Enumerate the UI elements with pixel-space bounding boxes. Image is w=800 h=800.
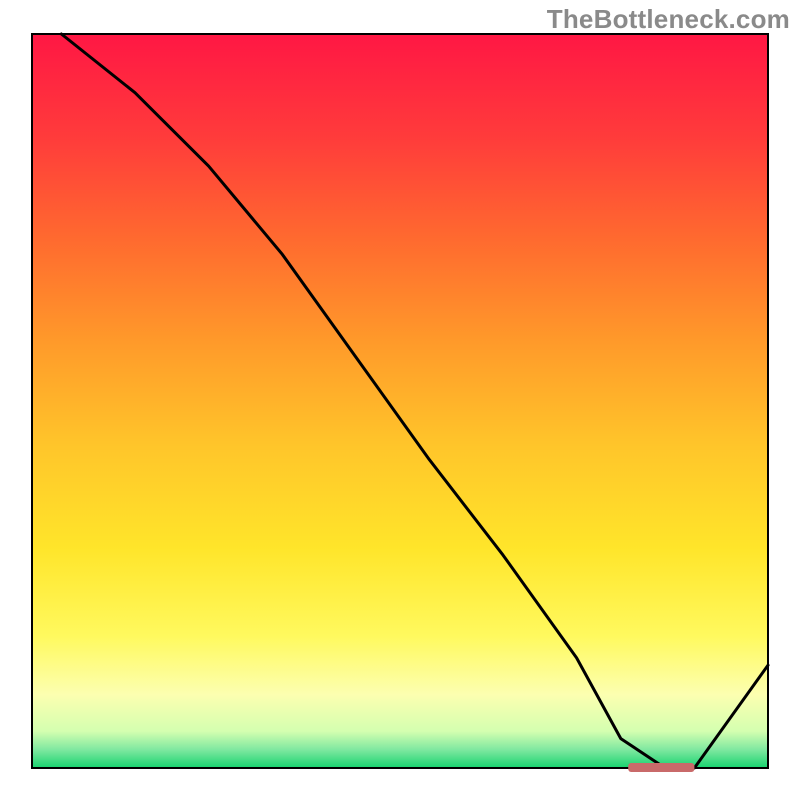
heatmap-background bbox=[32, 34, 768, 768]
bottleneck-chart bbox=[0, 0, 800, 800]
optimal-range-marker bbox=[628, 763, 694, 772]
